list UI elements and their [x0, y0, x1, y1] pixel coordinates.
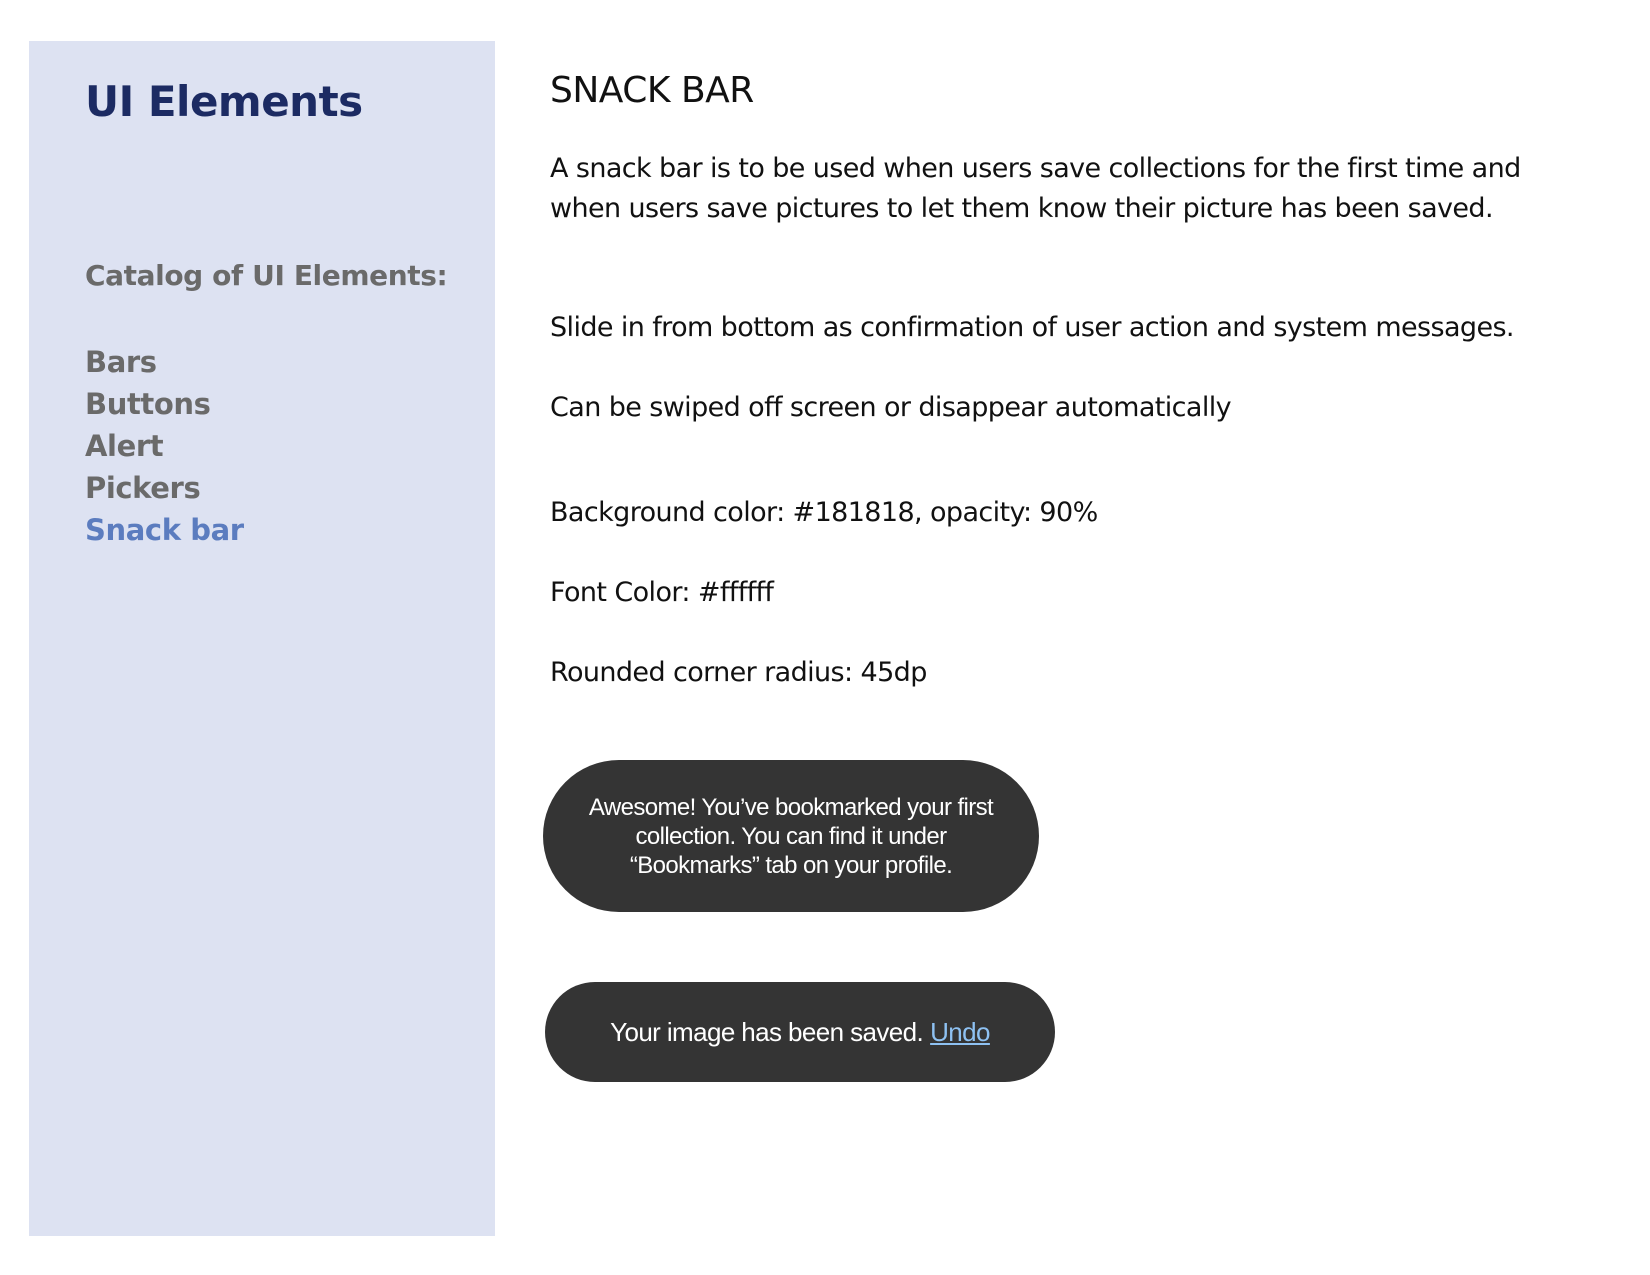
- nav-item-snack-bar[interactable]: Snack bar: [85, 509, 244, 551]
- sidebar: UI Elements Catalog of UI Elements: Bars…: [29, 41, 495, 1236]
- catalog-heading: Catalog of UI Elements:: [85, 259, 448, 292]
- saved-snackbar: Your image has been saved. Undo: [545, 982, 1055, 1082]
- bookmark-snackbar-message: Awesome! You’ve bookmarked your first co…: [588, 793, 994, 879]
- nav-item-buttons[interactable]: Buttons: [85, 383, 244, 425]
- nav-item-alert[interactable]: Alert: [85, 425, 244, 467]
- sidebar-title: UI Elements: [85, 77, 363, 126]
- undo-link[interactable]: Undo: [930, 1017, 990, 1048]
- nav-item-pickers[interactable]: Pickers: [85, 467, 244, 509]
- section-title: SNACK BAR: [550, 70, 754, 111]
- bookmark-snackbar: Awesome! You’ve bookmarked your first co…: [543, 760, 1039, 912]
- behavior-description: Slide in from bottom as confirmation of …: [550, 312, 1515, 343]
- font-color-spec: Font Color: #ffffff: [550, 577, 774, 608]
- nav-item-bars[interactable]: Bars: [85, 341, 244, 383]
- dismiss-description: Can be swiped off screen or disappear au…: [550, 392, 1232, 423]
- catalog-nav: Bars Buttons Alert Pickers Snack bar: [85, 341, 244, 551]
- saved-snackbar-message: Your image has been saved.: [610, 1016, 924, 1047]
- corner-radius-spec: Rounded corner radius: 45dp: [550, 657, 927, 688]
- background-color-spec: Background color: #181818, opacity: 90%: [550, 497, 1098, 528]
- usage-description: A snack bar is to be used when users sav…: [550, 153, 1521, 224]
